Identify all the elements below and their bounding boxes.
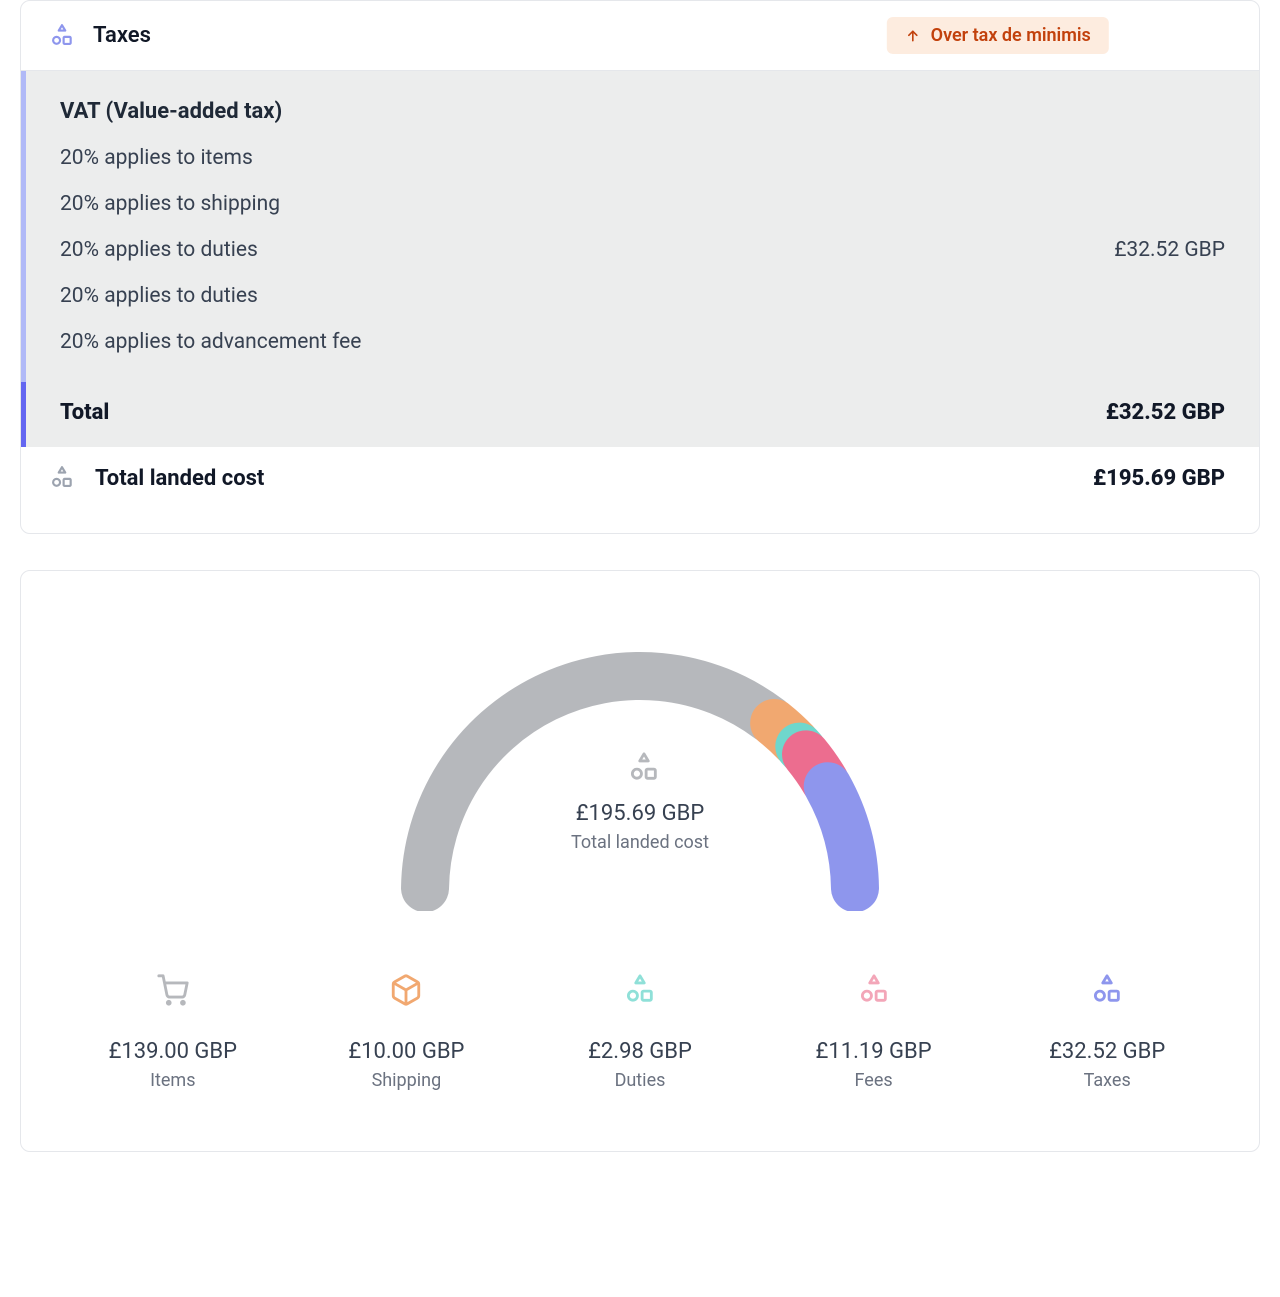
taxes-card: Taxes Over tax de minimis VAT (Value-add…	[20, 0, 1260, 534]
breakdown-shipping: £10.00 GBP Shipping	[295, 971, 519, 1091]
box-icon	[295, 971, 519, 1009]
shapes-icon	[528, 971, 752, 1009]
badge-text: Over tax de minimis	[931, 25, 1091, 46]
shapes-icon	[995, 971, 1219, 1009]
vat-title: VAT (Value-added tax)	[60, 99, 1225, 124]
taxes-header: Taxes Over tax de minimis	[21, 1, 1259, 71]
breakdown-duties: £2.98 GBP Duties	[528, 971, 752, 1091]
shipping-label: Shipping	[295, 1070, 519, 1091]
items-amount: £139.00 GBP	[61, 1039, 285, 1064]
breakdown-items: £139.00 GBP Items	[61, 971, 285, 1091]
landed-cost-amount: £195.69 GBP	[1093, 466, 1225, 491]
vat-line: 20% applies to duties	[60, 238, 361, 262]
vat-line: 20% applies to duties	[60, 284, 361, 308]
fees-label: Fees	[762, 1070, 986, 1091]
vat-lines: 20% applies to items 20% applies to ship…	[60, 146, 361, 354]
vat-line: 20% applies to shipping	[60, 192, 361, 216]
breakdown-taxes: £32.52 GBP Taxes	[995, 971, 1219, 1091]
over-de-minimis-badge: Over tax de minimis	[887, 17, 1109, 54]
taxes-title: Taxes	[93, 23, 151, 48]
total-amount: £32.52 GBP	[1106, 400, 1225, 425]
gauge-label: Total landed cost	[380, 832, 900, 853]
gauge-amount: £195.69 GBP	[380, 801, 900, 826]
shipping-amount: £10.00 GBP	[295, 1039, 519, 1064]
taxes-label: Taxes	[995, 1070, 1219, 1091]
vat-line: 20% applies to advancement fee	[60, 330, 361, 354]
landed-cost-label: Total landed cost	[95, 466, 264, 491]
shapes-icon	[627, 751, 653, 777]
arrow-up-icon	[905, 28, 921, 44]
fees-amount: £11.19 GBP	[762, 1039, 986, 1064]
total-landed-cost-row: Total landed cost £195.69 GBP	[21, 447, 1259, 533]
shapes-icon	[49, 23, 75, 49]
breakdown-fees: £11.19 GBP Fees	[762, 971, 986, 1091]
gauge-center: £195.69 GBP Total landed cost	[380, 751, 900, 853]
landed-cost-gauge: £195.69 GBP Total landed cost	[380, 631, 900, 911]
vat-amount: £32.52 GBP	[1114, 238, 1225, 262]
taxes-total-row: Total £32.52 GBP	[21, 382, 1259, 447]
items-label: Items	[61, 1070, 285, 1091]
breakdown-card: £195.69 GBP Total landed cost £139.00 GB…	[20, 570, 1260, 1152]
taxes-amount: £32.52 GBP	[995, 1039, 1219, 1064]
shapes-icon	[762, 971, 986, 1009]
duties-label: Duties	[528, 1070, 752, 1091]
shapes-icon	[49, 465, 75, 491]
vat-line: 20% applies to items	[60, 146, 361, 170]
vat-block: VAT (Value-added tax) 20% applies to ite…	[21, 71, 1259, 382]
breakdown-grid: £139.00 GBP Items £10.00 GBP Shipping £2…	[61, 971, 1219, 1091]
total-label: Total	[60, 400, 109, 425]
cart-icon	[61, 971, 285, 1009]
duties-amount: £2.98 GBP	[528, 1039, 752, 1064]
